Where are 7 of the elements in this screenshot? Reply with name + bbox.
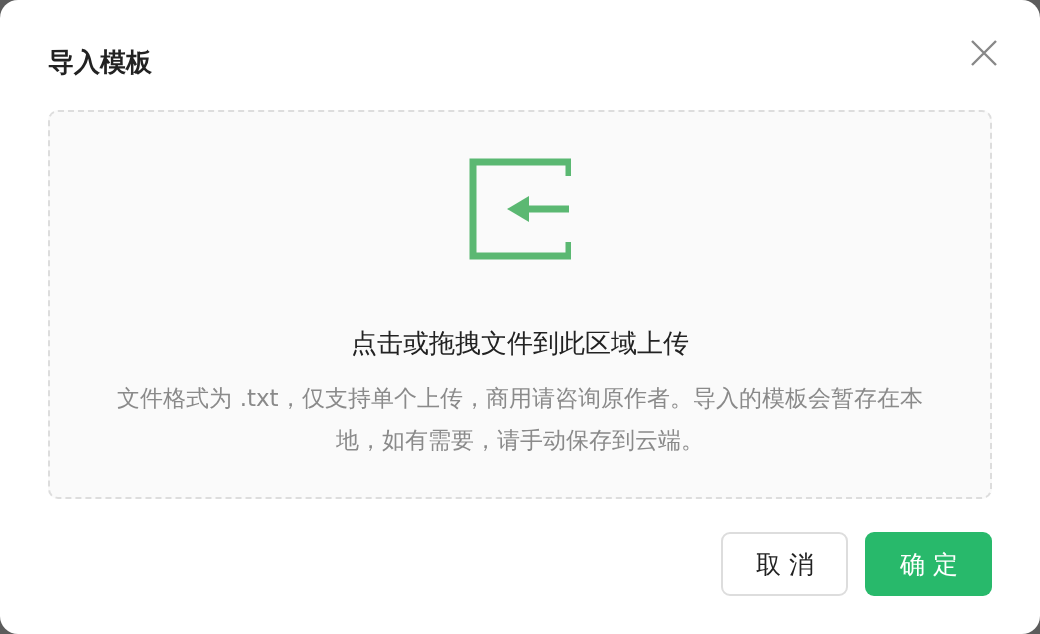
import-icon (469, 158, 571, 260)
upload-prompt: 点击或拖拽文件到此区域上传 (351, 327, 689, 360)
cancel-button[interactable]: 取消 (721, 532, 848, 596)
dialog-title: 导入模板 (48, 45, 152, 79)
upload-drop-zone[interactable]: 点击或拖拽文件到此区域上传 文件格式为 .txt，仅支持单个上传，商用请咨询原作者。导入的模板会暂存在本地，如有需要，请手动保存到云端。 (48, 110, 992, 499)
upload-hint: 文件格式为 .txt，仅支持单个上传，商用请咨询原作者。导入的模板会暂存在本地，如有需要，请手动保存到云端。 (116, 384, 924, 455)
close-icon[interactable] (970, 39, 998, 67)
